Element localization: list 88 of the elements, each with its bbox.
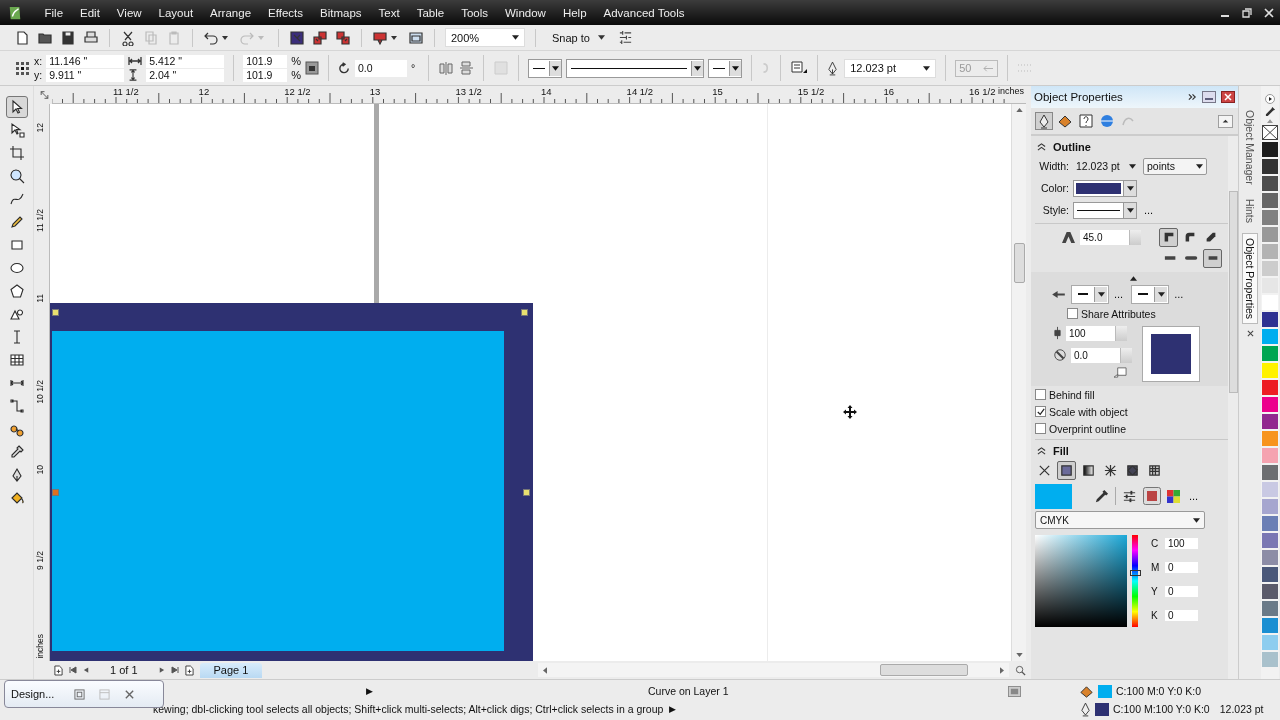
menu-item[interactable]: Table [408,6,453,19]
ruler-label: 14 1/2 [626,86,653,97]
menu-item[interactable]: Effects [259,6,312,19]
ruler-label: 11 [35,294,45,303]
menu-item[interactable]: Tools [452,6,497,19]
style-label: Style: [1041,204,1069,216]
ruler-label: 9 1/2 [35,551,45,570]
object-info: Curve on Layer 1 [648,685,730,697]
more-options-link[interactable]: ... [1171,288,1187,300]
ruler-label: 12 1/2 [284,86,311,97]
window-title: Design... [11,688,55,700]
menu-item[interactable]: Advanced Tools [595,6,694,19]
status-marker[interactable]: ▶ [669,704,677,714]
ruler-label: 14 [541,86,552,97]
ruler-unit-label: inches [998,86,1024,96]
menu-item[interactable]: Arrange [201,6,260,19]
menu-item[interactable]: Window [496,6,555,19]
component-field[interactable]: 0 [1165,585,1198,597]
scale-x-field[interactable]: 101.9 [243,54,288,68]
more-options-link[interactable]: ... [1111,288,1127,300]
menu-item[interactable]: File [36,6,72,19]
scale-y-field[interactable]: 101.9 [243,68,288,82]
angle-field[interactable]: 0.0 [1071,347,1132,363]
menu-item[interactable]: Help [554,6,596,19]
hint-text: kewing; dbl-clicking tool selects all objects; Shift+click multi-selects; Alt+click digs; Ctrl+click selects in a group [153,703,664,715]
ruler-label: 16 1/2 [969,86,996,97]
percent-label: % [291,55,301,67]
units-dropdown[interactable]: points [1143,157,1207,175]
share-attributes-checkbox[interactable]: Share Attributes [1039,305,1228,322]
option-checkbox[interactable]: Overprint outline [1035,420,1228,437]
ruler-unit-label: inches [35,634,45,659]
page-count: 1 of 1 [110,664,138,676]
ruler-label: 12 [198,86,210,97]
panel-title: Object Properties [1034,91,1124,103]
docker-tab[interactable]: Object Properties [1242,232,1258,324]
ruler-label: 10 1/2 [35,379,45,404]
y-position-field[interactable]: 9.911 " [46,68,125,82]
ruler-label: 15 1/2 [797,86,825,97]
menu-item[interactable]: Text [370,6,409,19]
more-options-link[interactable]: ... [1141,204,1157,216]
menu-item[interactable]: Edit [71,6,109,19]
component-label: K [1151,609,1159,621]
ruler-label: 16 [883,86,894,97]
more-options-link[interactable]: ... [1186,490,1202,502]
miter-limit-field[interactable]: 45.0 [1080,229,1141,245]
outline-width-dropdown[interactable]: 12.023 pt [1073,158,1139,174]
outline-color-values: C:100 M:100 Y:0 K:0 [1113,703,1210,715]
fill-color-values: C:100 M:0 Y:0 K:0 [1116,685,1202,697]
color-label: Color: [1040,182,1069,194]
status-marker[interactable]: ▶ [366,686,373,696]
height-field[interactable]: 2.04 " [146,68,225,82]
x-position-field[interactable]: 11.146 " [46,54,125,68]
x-label: x: [34,55,43,67]
outline-width-dropdown[interactable]: 12.023 pt [844,58,937,78]
component-field[interactable]: 100 [1165,537,1198,549]
ruler-label: 10 [35,465,45,475]
rotation-field[interactable]: 0.0 [354,59,407,77]
menu-item[interactable]: View [108,6,151,19]
menu-item[interactable]: Bitmaps [311,6,371,19]
option-checkbox[interactable]: Scale with object [1035,403,1228,420]
color-model-dropdown[interactable]: CMYK [1035,511,1205,529]
component-field[interactable]: 0 [1165,561,1198,573]
ruler-label: 15 [712,86,723,97]
snap-to-dropdown[interactable]: Snap to [546,31,611,44]
component-label: C [1151,537,1159,549]
outline-width-value: 12.023 pt [1219,703,1264,715]
page-tab[interactable]: Page 1 [199,662,263,678]
width-field[interactable]: 5.412 " [146,54,225,68]
option-checkbox[interactable]: Behind fill [1035,386,1228,403]
ruler-label: 13 [369,86,381,97]
y-label: y: [34,69,43,81]
zoom-dropdown[interactable]: 200% [445,28,525,47]
ruler-label: 11 1/2 [35,208,45,232]
component-label: M [1151,561,1159,573]
section-title: Fill [1053,444,1069,457]
section-title: Outline [1053,140,1091,153]
degree-label: ° [410,62,416,74]
menu-item[interactable]: Layout [150,6,202,19]
docker-tab[interactable]: Hints [1243,194,1257,227]
stretch-field[interactable]: 100 [1066,325,1127,341]
component-field[interactable]: 0 [1165,609,1198,621]
docker-tab[interactable]: Object Manager [1243,106,1257,189]
width-label: Width: [1038,160,1069,172]
percent-label: % [291,69,301,81]
ruler-label: 12 [35,123,45,133]
ruler-label: 13 1/2 [455,86,482,97]
component-label: Y [1151,585,1159,597]
ruler-label: 11 1/2 [113,86,139,97]
